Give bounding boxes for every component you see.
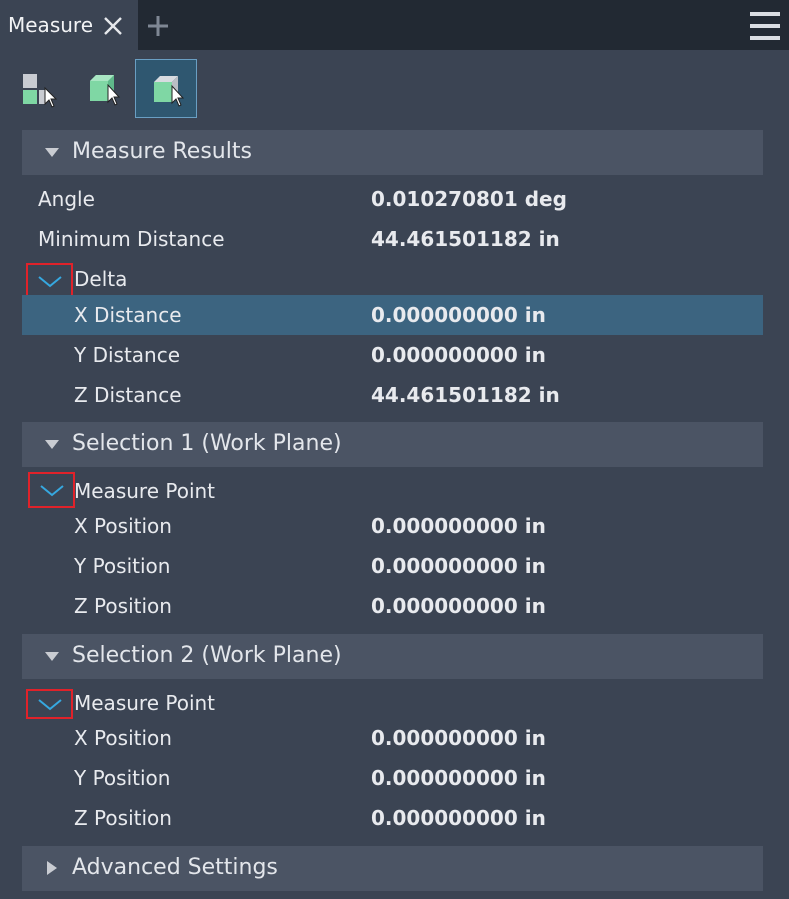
x-position-label: X Position [74,726,172,750]
section-title: Advanced Settings [72,855,278,880]
x-distance-label: X Distance [74,303,182,327]
delta-row[interactable]: Delta [22,259,763,299]
y-distance-value: 0.000000000 in [371,343,546,367]
delta-label: Delta [74,267,128,291]
measure-point-label: Measure Point [74,691,216,715]
x-distance-row[interactable]: X Distance 0.000000000 in [22,295,763,335]
select-face-button[interactable] [72,59,134,118]
measure-panel: Measure Measure Results Angle 0.01027080… [0,0,789,899]
collapse-triangle-icon [45,440,59,449]
x-position-label: X Position [74,514,172,538]
selection-1-expand-chevron[interactable] [28,472,75,508]
minimum-distance-row[interactable]: Minimum Distance 44.461501182 in [22,219,763,259]
chevron-down-icon [38,699,62,711]
minimum-distance-value: 44.461501182 in [371,227,560,251]
selection-2-z-position-row[interactable]: Z Position 0.000000000 in [22,798,763,838]
z-distance-label: Z Distance [74,383,182,407]
z-position-label: Z Position [74,806,172,830]
component-select-icon [23,74,58,108]
z-position-label: Z Position [74,594,172,618]
section-title: Selection 1 (Work Plane) [72,431,342,456]
tab-measure[interactable]: Measure [0,0,138,50]
y-distance-label: Y Distance [74,343,181,367]
collapse-triangle-icon [45,148,59,157]
x-position-value: 0.000000000 in [371,514,546,538]
selection-1-y-position-row[interactable]: Y Position 0.000000000 in [22,546,763,586]
y-position-label: Y Position [74,554,171,578]
angle-row[interactable]: Angle 0.010270801 deg [22,179,763,219]
selection-2-y-position-row[interactable]: Y Position 0.000000000 in [22,758,763,798]
chevron-down-icon [40,485,64,497]
minimum-distance-label: Minimum Distance [38,227,225,251]
chevron-down-icon [38,276,62,288]
select-body-button[interactable] [135,59,197,118]
hamburger-menu-icon[interactable] [750,12,780,40]
selection-2-x-position-row[interactable]: X Position 0.000000000 in [22,718,763,758]
measure-results-header[interactable]: Measure Results [22,130,763,175]
selection-2-measure-point-row[interactable]: Measure Point [22,683,763,723]
y-distance-row[interactable]: Y Distance 0.000000000 in [22,335,763,375]
select-component-button[interactable] [9,59,71,118]
section-title: Selection 2 (Work Plane) [72,643,342,668]
delta-expand-chevron[interactable] [26,263,73,299]
face-select-icon [90,75,121,106]
advanced-settings-header[interactable]: Advanced Settings [22,846,763,891]
measure-point-label: Measure Point [74,479,216,503]
y-position-value: 0.000000000 in [371,766,546,790]
tab-title: Measure [8,13,93,37]
x-distance-value: 0.000000000 in [371,303,546,327]
expand-triangle-icon [47,861,57,875]
angle-label: Angle [38,187,95,211]
selection-1-z-position-row[interactable]: Z Position 0.000000000 in [22,586,763,626]
selection-2-expand-chevron[interactable] [26,689,73,719]
selection-1-x-position-row[interactable]: X Position 0.000000000 in [22,506,763,546]
close-icon[interactable] [102,15,124,37]
body-select-icon [154,76,185,107]
collapse-triangle-icon [45,652,59,661]
section-title: Measure Results [72,139,252,164]
tab-bar: Measure [0,0,789,50]
z-distance-value: 44.461501182 in [371,383,560,407]
selection-1-header[interactable]: Selection 1 (Work Plane) [22,422,763,467]
y-position-label: Y Position [74,766,171,790]
x-position-value: 0.000000000 in [371,726,546,750]
z-position-value: 0.000000000 in [371,806,546,830]
z-distance-row[interactable]: Z Distance 44.461501182 in [22,375,763,415]
angle-value: 0.010270801 deg [371,187,567,211]
z-position-value: 0.000000000 in [371,594,546,618]
selection-1-measure-point-row[interactable]: Measure Point [22,471,763,511]
add-tab-icon[interactable] [146,14,170,38]
selection-2-header[interactable]: Selection 2 (Work Plane) [22,634,763,679]
y-position-value: 0.000000000 in [371,554,546,578]
